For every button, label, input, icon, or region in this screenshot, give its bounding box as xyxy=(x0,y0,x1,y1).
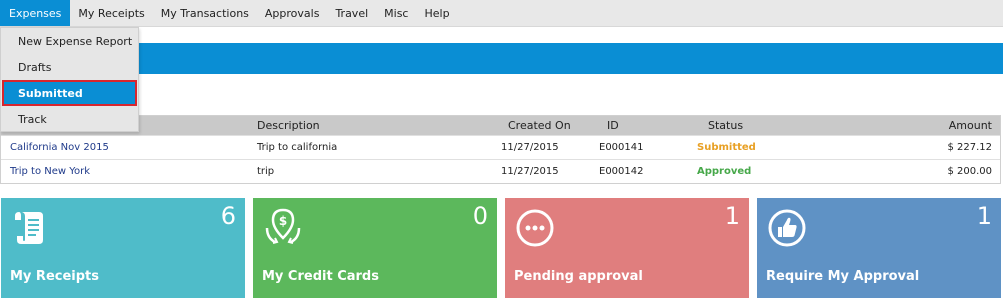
tile-my-receipts[interactable]: 6 My Receipts xyxy=(1,198,245,298)
top-menu-bar: Expenses My Receipts My Transactions App… xyxy=(0,0,1003,27)
table-row[interactable]: Trip to New York trip 11/27/2015 E000142… xyxy=(1,159,1000,183)
tile-label: My Receipts xyxy=(10,269,100,284)
menu-my-transactions[interactable]: My Transactions xyxy=(153,0,257,26)
receipts-count: 6 xyxy=(220,202,236,230)
expense-reports-table: Description Created On ID Status Amount … xyxy=(0,115,1001,184)
report-description: trip xyxy=(257,166,275,177)
table-header: Description Created On ID Status Amount xyxy=(1,116,1000,135)
report-description: Trip to california xyxy=(257,142,338,153)
status-badge: Submitted xyxy=(697,142,756,153)
report-amount: $ 200.00 xyxy=(947,166,992,177)
report-id: E000142 xyxy=(599,166,644,177)
header-status[interactable]: Status xyxy=(708,116,743,135)
menu-approvals[interactable]: Approvals xyxy=(257,0,328,26)
approval-count: 1 xyxy=(976,202,992,230)
dropdown-item-new-expense-report[interactable]: New Expense Report xyxy=(1,28,138,54)
ellipsis-circle-icon xyxy=(516,209,554,247)
table-row[interactable]: California Nov 2015 Trip to california 1… xyxy=(1,135,1000,159)
menu-misc[interactable]: Misc xyxy=(376,0,416,26)
tile-pending-approval[interactable]: 1 Pending approval xyxy=(505,198,749,298)
tile-label: Pending approval xyxy=(514,269,643,284)
report-created-on: 11/27/2015 xyxy=(501,166,559,177)
credit-cards-count: 0 xyxy=(472,202,488,230)
report-name-link[interactable]: Trip to New York xyxy=(10,160,90,183)
header-description[interactable]: Description xyxy=(257,116,320,135)
menu-expenses[interactable]: Expenses xyxy=(0,0,71,26)
tile-label: My Credit Cards xyxy=(262,269,379,284)
tile-label: Require My Approval xyxy=(766,269,920,284)
menu-travel[interactable]: Travel xyxy=(327,0,376,26)
menu-my-receipts[interactable]: My Receipts xyxy=(70,0,152,26)
svg-text:$: $ xyxy=(279,214,287,228)
header-amount[interactable]: Amount xyxy=(949,116,992,135)
report-created-on: 11/27/2015 xyxy=(501,142,559,153)
menu-help[interactable]: Help xyxy=(416,0,457,26)
dropdown-item-submitted[interactable]: Submitted xyxy=(2,80,137,106)
report-id: E000141 xyxy=(599,142,644,153)
tile-my-credit-cards[interactable]: $ 0 My Credit Cards xyxy=(253,198,497,298)
report-amount: $ 227.12 xyxy=(947,142,992,153)
expenses-dropdown: New Expense Report Drafts Submitted Trac… xyxy=(0,27,139,132)
tile-require-my-approval[interactable]: 1 Require My Approval xyxy=(757,198,1001,298)
status-badge: Approved xyxy=(697,166,752,177)
dropdown-item-track[interactable]: Track xyxy=(1,106,138,132)
header-created-on[interactable]: Created On xyxy=(508,116,571,135)
thumbs-up-icon xyxy=(768,209,806,247)
pending-count: 1 xyxy=(724,202,740,230)
dropdown-item-drafts[interactable]: Drafts xyxy=(1,54,138,80)
report-name-link[interactable]: California Nov 2015 xyxy=(10,136,109,159)
money-pin-icon: $ xyxy=(265,208,301,244)
page-banner xyxy=(0,43,1003,74)
receipt-icon xyxy=(15,212,43,244)
header-id[interactable]: ID xyxy=(607,116,619,135)
